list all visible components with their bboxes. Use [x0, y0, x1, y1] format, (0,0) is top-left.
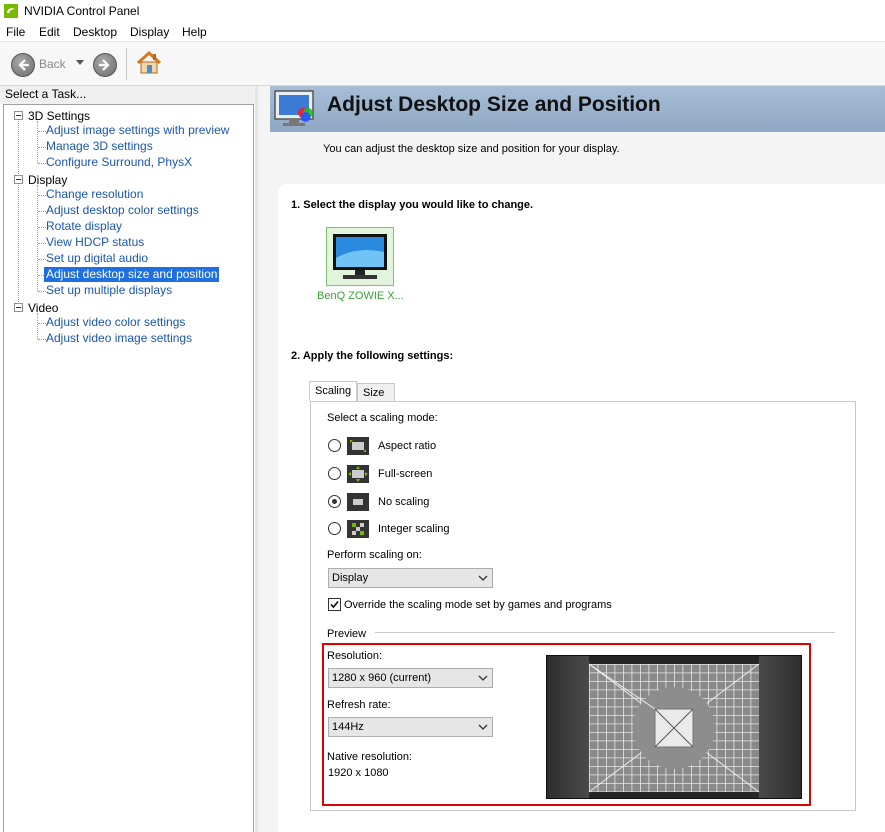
task-view-hdcp-status[interactable]: View HDCP status: [44, 235, 146, 250]
mode-label-no-scaling[interactable]: No scaling: [378, 496, 429, 508]
perform-scaling-value: Display: [332, 572, 369, 584]
no-scaling-icon: [347, 493, 369, 511]
task-rotate-display[interactable]: Rotate display: [44, 219, 124, 234]
monitor-icon: [333, 234, 387, 279]
desktop-settings-icon: [274, 90, 314, 126]
refresh-rate-select[interactable]: 144Hz: [328, 717, 493, 737]
menu-display[interactable]: Display: [130, 25, 169, 39]
override-scaling-label[interactable]: Override the scaling mode set by games a…: [344, 599, 612, 611]
collapse-video-icon[interactable]: [14, 303, 23, 312]
task-setup-multiple-displays[interactable]: Set up multiple displays: [44, 283, 174, 298]
aspect-ratio-icon: [347, 437, 369, 455]
tab-scaling[interactable]: Scaling: [309, 381, 357, 401]
full-screen-icon: [347, 465, 369, 483]
native-resolution-label: Native resolution:: [327, 751, 412, 763]
toolbar: Back: [0, 42, 885, 86]
override-scaling-checkbox[interactable]: [328, 598, 341, 611]
perform-scaling-select[interactable]: Display: [328, 568, 493, 588]
refresh-rate-label: Refresh rate:: [327, 699, 391, 711]
menu-bar: File Edit Desktop Display Help: [0, 22, 885, 42]
forward-button[interactable]: [93, 53, 117, 77]
category-video[interactable]: Video: [28, 301, 58, 315]
step-1-title: 1. Select the display you would like to …: [291, 199, 534, 211]
task-pane-header-label: Select a Task...: [5, 87, 87, 101]
toolbar-separator: [126, 48, 127, 80]
task-tree: 3D Settings Adjust image settings with p…: [3, 104, 254, 832]
task-adjust-video-image[interactable]: Adjust video image settings: [44, 331, 194, 346]
task-adjust-video-color[interactable]: Adjust video color settings: [44, 315, 187, 330]
task-pane-header: Select a Task...: [0, 86, 255, 104]
preview-separator: [375, 632, 835, 633]
task-manage-3d-settings[interactable]: Manage 3D settings: [44, 139, 155, 154]
menu-help[interactable]: Help: [182, 25, 207, 39]
task-setup-digital-audio[interactable]: Set up digital audio: [44, 251, 150, 266]
integer-scaling-icon: [347, 520, 369, 538]
back-history-dropdown-icon[interactable]: [76, 60, 84, 66]
resolution-select[interactable]: 1280 x 960 (current): [328, 668, 493, 688]
back-label: Back: [39, 57, 66, 71]
radio-full-screen[interactable]: [328, 467, 341, 480]
task-change-resolution[interactable]: Change resolution: [44, 187, 145, 202]
checkmark-icon: [330, 600, 339, 609]
radio-no-scaling[interactable]: [328, 495, 341, 508]
native-resolution-value: 1920 x 1080: [328, 767, 389, 779]
window-title: NVIDIA Control Panel: [24, 4, 140, 18]
task-adjust-desktop-color[interactable]: Adjust desktop color settings: [44, 203, 201, 218]
arrow-left-icon: [18, 59, 29, 71]
task-adjust-desktop-size-position[interactable]: Adjust desktop size and position: [44, 267, 220, 282]
chevron-down-icon: [478, 724, 488, 730]
resolution-label: Resolution:: [327, 650, 383, 662]
page-description: You can adjust the desktop size and posi…: [323, 143, 620, 155]
menu-file[interactable]: File: [6, 25, 25, 39]
mode-label-integer-scaling[interactable]: Integer scaling: [378, 523, 450, 535]
category-display[interactable]: Display: [28, 173, 67, 187]
home-icon[interactable]: [136, 51, 162, 75]
back-button[interactable]: [11, 53, 35, 77]
refresh-rate-value: 144Hz: [332, 721, 364, 733]
scaling-preview-screen: [546, 655, 802, 799]
test-pattern-image: [547, 656, 801, 798]
radio-aspect-ratio[interactable]: [328, 439, 341, 452]
content-area: Adjust Desktop Size and Position You can…: [258, 86, 885, 832]
chevron-down-icon: [478, 675, 488, 681]
task-adjust-image-settings[interactable]: Adjust image settings with preview: [44, 123, 231, 138]
collapse-display-icon[interactable]: [14, 175, 23, 184]
menu-desktop[interactable]: Desktop: [73, 25, 117, 39]
category-3d-settings[interactable]: 3D Settings: [28, 109, 90, 123]
tree-connector: [37, 121, 38, 163]
display-selector-benq[interactable]: [326, 227, 394, 286]
collapse-3d-settings-icon[interactable]: [14, 111, 23, 120]
nvidia-logo-icon: [4, 4, 18, 18]
resolution-value: 1280 x 960 (current): [332, 672, 432, 684]
tree-connector: [18, 121, 19, 308]
display-name: BenQ ZOWIE X...: [317, 290, 404, 302]
chevron-down-icon: [478, 575, 488, 581]
arrow-right-icon: [99, 59, 110, 71]
page-title: Adjust Desktop Size and Position: [327, 93, 661, 116]
mode-label-aspect-ratio[interactable]: Aspect ratio: [378, 440, 436, 452]
step-2-title: 2. Apply the following settings:: [291, 350, 454, 362]
tab-size[interactable]: Size: [357, 383, 395, 402]
perform-scaling-label: Perform scaling on:: [327, 549, 422, 561]
menu-edit[interactable]: Edit: [39, 25, 60, 39]
mode-label-full-screen[interactable]: Full-screen: [378, 468, 432, 480]
radio-integer-scaling[interactable]: [328, 522, 341, 535]
scaling-mode-label: Select a scaling mode:: [327, 412, 438, 424]
preview-section-label: Preview: [327, 628, 367, 640]
page-banner: Adjust Desktop Size and Position: [270, 86, 885, 132]
tree-connector: [37, 313, 38, 339]
task-configure-surround[interactable]: Configure Surround, PhysX: [44, 155, 194, 170]
title-bar: NVIDIA Control Panel: [0, 0, 885, 22]
